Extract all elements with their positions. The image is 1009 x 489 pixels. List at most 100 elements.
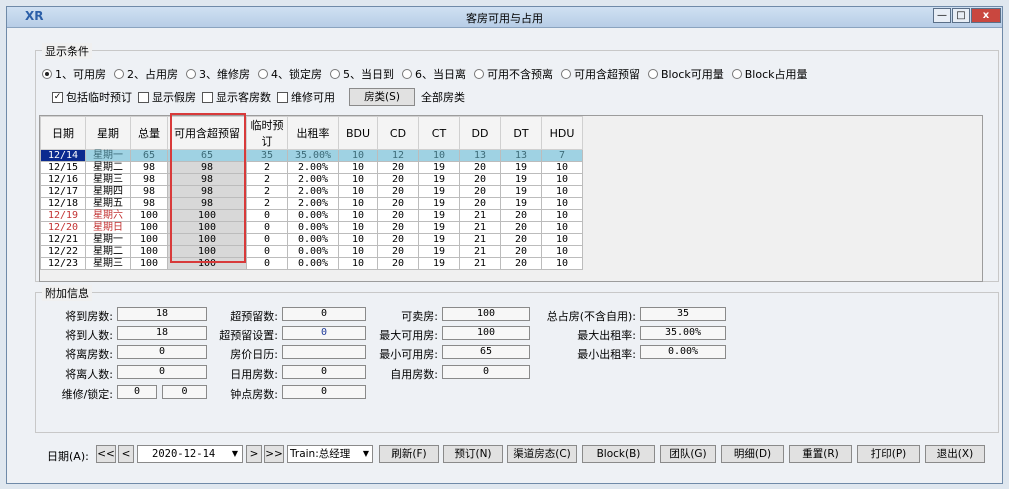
prev-date-button[interactable]: < <box>118 445 134 463</box>
radio-available[interactable]: 1、可用房 <box>42 66 106 82</box>
column-header[interactable]: 可用含超预留 <box>167 116 247 150</box>
table-row[interactable]: 12/23 星期三 100 100 0 0.00% 10 20 19 21 20 10 <box>40 257 583 270</box>
table-cell: 10 <box>338 257 378 270</box>
table-row[interactable]: 12/18 星期五 98 98 2 2.00% 10 20 19 20 19 10 <box>40 197 583 210</box>
radio-available-incl-overbooking[interactable]: 可用含超预留 <box>561 66 640 82</box>
refresh-button[interactable]: 刷新(F) <box>379 445 439 463</box>
booking-button[interactable]: 预订(N) <box>443 445 503 463</box>
display-mode-radios: 1、可用房 2、占用房 3、维修房 4、锁定房 5、当日到 6、当日离 可用不含… <box>42 66 816 82</box>
table-cell: 98 <box>167 185 247 198</box>
room-type-button[interactable]: 房类(S) <box>349 88 415 106</box>
value-overbooking-count: 0 <box>282 307 366 321</box>
user-value: Train:总经理 <box>290 448 351 460</box>
maximize-button[interactable]: □ <box>952 8 970 23</box>
column-header[interactable]: 出租率 <box>287 116 339 150</box>
exit-button[interactable]: 退出(X) <box>925 445 985 463</box>
check-include-temp-booking[interactable]: ✓ 包括临时预订 <box>52 89 132 105</box>
table-cell: 20 <box>500 209 542 222</box>
table-cell: 10 <box>541 257 583 270</box>
print-button[interactable]: 打印(P) <box>857 445 920 463</box>
table-cell: 20 <box>377 197 419 210</box>
table-cell: 98 <box>167 161 247 174</box>
column-header[interactable]: CT <box>418 116 460 150</box>
column-header[interactable]: DD <box>459 116 501 150</box>
reset-button[interactable]: 重置(R) <box>789 445 852 463</box>
column-header[interactable]: DT <box>500 116 542 150</box>
chevron-down-icon[interactable]: ▼ <box>232 446 238 462</box>
label-self-use-rooms: 自用房数: <box>390 368 438 381</box>
table-cell: 10 <box>338 245 378 258</box>
table-row[interactable]: 12/22 星期二 100 100 0 0.00% 10 20 19 21 20 10 <box>40 245 583 258</box>
detail-button[interactable]: 明细(D) <box>721 445 784 463</box>
radio-circle-icon <box>186 69 196 79</box>
label-maintenance-locked: 维修/锁定: <box>61 388 113 401</box>
table-cell: 0.00% <box>287 209 339 222</box>
table-cell: 12/20 <box>40 221 86 234</box>
table-row[interactable]: 12/14 星期一 65 65 35 35.00% 10 12 10 13 13 7 <box>40 149 583 162</box>
label-arriving-rooms: 将到房数: <box>65 310 113 323</box>
radio-block-occupied[interactable]: Block占用量 <box>731 66 808 82</box>
block-button[interactable]: Block(B) <box>582 445 655 463</box>
user-select[interactable]: Train:总经理 ▼ <box>287 445 373 463</box>
display-conditions-legend: 显示条件 <box>42 43 92 59</box>
chevron-down-icon[interactable]: ▼ <box>363 446 369 462</box>
table-row[interactable]: 12/16 星期三 98 98 2 2.00% 10 20 19 20 19 10 <box>40 173 583 186</box>
check-show-room-count[interactable]: 显示客房数 <box>202 89 271 105</box>
radio-departing[interactable]: 6、当日离 <box>402 66 466 82</box>
column-header[interactable]: CD <box>377 116 419 150</box>
radio-available-excl-departure[interactable]: 可用不含预离 <box>474 66 553 82</box>
column-header[interactable]: 星期 <box>85 116 131 150</box>
value-max-available: 100 <box>442 326 530 340</box>
table-cell: 星期六 <box>85 209 131 222</box>
table-cell: 21 <box>459 245 501 258</box>
table-cell: 100 <box>167 245 247 258</box>
table-cell: 20 <box>377 221 419 234</box>
channel-status-button[interactable]: 渠道房态(C) <box>507 445 577 463</box>
table-row[interactable]: 12/19 星期六 100 100 0 0.00% 10 20 19 21 20 10 <box>40 209 583 222</box>
first-date-button[interactable]: << <box>96 445 116 463</box>
table-cell: 20 <box>377 209 419 222</box>
label-max-available: 最大可用房: <box>379 329 438 342</box>
radio-circle-icon <box>42 69 52 79</box>
check-show-fake-rooms[interactable]: 显示假房 <box>138 89 196 105</box>
table-cell: 20 <box>459 197 501 210</box>
radio-arriving[interactable]: 5、当日到 <box>330 66 394 82</box>
table-cell: 10 <box>338 161 378 174</box>
minimize-button[interactable]: — <box>933 8 951 23</box>
radio-block-available[interactable]: Block可用量 <box>648 66 724 82</box>
next-date-button[interactable]: > <box>246 445 262 463</box>
radio-locked[interactable]: 4、锁定房 <box>258 66 322 82</box>
check-maintenance-available[interactable]: 维修可用 <box>277 89 335 105</box>
table-cell: 20 <box>500 245 542 258</box>
table-row[interactable]: 12/21 星期一 100 100 0 0.00% 10 20 19 21 20 10 <box>40 233 583 246</box>
table-cell: 星期三 <box>85 257 131 270</box>
radio-occupied[interactable]: 2、占用房 <box>114 66 178 82</box>
column-header[interactable]: BDU <box>338 116 378 150</box>
group-button[interactable]: 团队(G) <box>660 445 716 463</box>
close-button[interactable]: x <box>971 8 1001 23</box>
column-header[interactable]: 日期 <box>40 116 86 150</box>
label-departing-guests: 将离人数: <box>65 368 113 381</box>
table-cell: 2 <box>246 197 288 210</box>
column-header[interactable]: 临时预订 <box>246 116 288 150</box>
table-row[interactable]: 12/17 星期四 98 98 2 2.00% 10 20 19 20 19 10 <box>40 185 583 198</box>
value-sellable-rooms: 100 <box>442 307 530 321</box>
table-cell: 35 <box>246 149 288 162</box>
table-row[interactable]: 12/15 星期二 98 98 2 2.00% 10 20 19 20 19 10 <box>40 161 583 174</box>
value-departing-rooms: 0 <box>117 345 207 359</box>
table-cell: 10 <box>338 173 378 186</box>
table-cell: 20 <box>500 257 542 270</box>
radio-maintenance[interactable]: 3、维修房 <box>186 66 250 82</box>
table-cell: 100 <box>130 233 168 246</box>
table-cell: 2.00% <box>287 173 339 186</box>
value-max-occupancy: 35.00% <box>640 326 726 340</box>
table-cell: 0 <box>246 209 288 222</box>
date-field[interactable]: 2020-12-14 ▼ <box>137 445 243 463</box>
table-cell: 星期日 <box>85 221 131 234</box>
column-header[interactable]: HDU <box>541 116 583 150</box>
column-header[interactable]: 总量 <box>130 116 168 150</box>
table-cell: 100 <box>167 257 247 270</box>
last-date-button[interactable]: >> <box>264 445 284 463</box>
table-row[interactable]: 12/20 星期日 100 100 0 0.00% 10 20 19 21 20 10 <box>40 221 583 234</box>
table-cell: 星期一 <box>85 149 131 162</box>
